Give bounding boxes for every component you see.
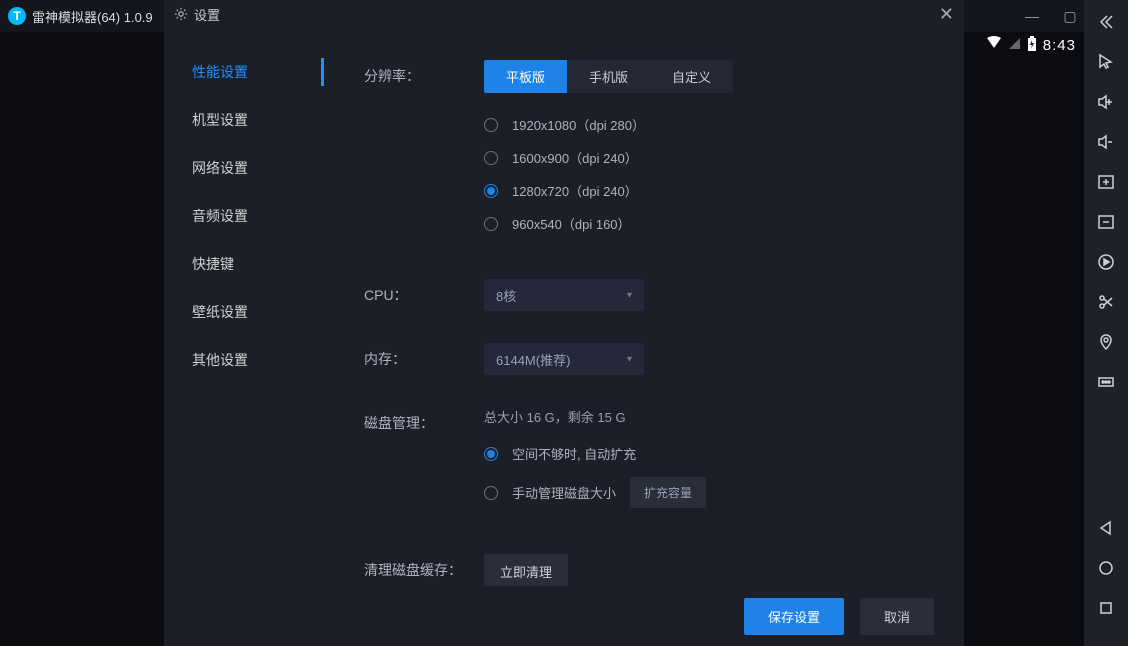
clean-cache-button[interactable]: 立即清理 bbox=[484, 554, 568, 586]
dialog-title: 设置 bbox=[194, 5, 220, 24]
sidebar-item-network[interactable]: 网络设置 bbox=[164, 144, 324, 192]
save-button[interactable]: 保存设置 bbox=[744, 598, 844, 635]
clock-text: 8:43 bbox=[1043, 37, 1076, 54]
disk-option-manual[interactable]: 手动管理磁盘大小 扩充容量 bbox=[484, 477, 924, 508]
play-circle-icon[interactable] bbox=[1094, 248, 1118, 276]
settings-dialog: 设置 ✕ 性能设置 机型设置 网络设置 音频设置 快捷键 壁纸设置 其他设置 分… bbox=[164, 0, 964, 646]
chevron-down-icon: ▾ bbox=[627, 290, 632, 301]
cache-label: 清理磁盘缓存： bbox=[364, 554, 484, 580]
sidebar-item-audio[interactable]: 音频设置 bbox=[164, 192, 324, 240]
cpu-select-value: 8核 bbox=[496, 286, 516, 305]
fullscreen-exit-icon[interactable] bbox=[1094, 208, 1118, 236]
gear-icon bbox=[174, 7, 188, 21]
resolution-mode-tabs: 平板版 手机版 自定义 bbox=[484, 60, 733, 93]
android-status-bar: 8:43 bbox=[986, 32, 1084, 58]
nav-home-icon[interactable] bbox=[1094, 554, 1118, 582]
memory-label: 内存： bbox=[364, 343, 484, 369]
volume-up-icon[interactable] bbox=[1094, 88, 1118, 116]
sidebar-item-performance[interactable]: 性能设置 bbox=[164, 48, 324, 96]
app-logo-icon: T bbox=[8, 7, 26, 25]
radio-label: 空间不够时, 自动扩充 bbox=[512, 444, 636, 463]
radio-icon bbox=[484, 151, 498, 165]
expand-capacity-button[interactable]: 扩充容量 bbox=[630, 477, 706, 508]
radio-label: 手动管理磁盘大小 bbox=[512, 483, 616, 502]
fullscreen-add-icon[interactable] bbox=[1094, 168, 1118, 196]
radio-label: 1920x1080（dpi 280） bbox=[512, 115, 645, 134]
tool-rail bbox=[1084, 0, 1128, 646]
memory-select-value: 6144M(推荐) bbox=[496, 350, 570, 369]
wifi-icon bbox=[986, 36, 1002, 54]
radio-icon bbox=[484, 118, 498, 132]
sidebar-item-shortcuts[interactable]: 快捷键 bbox=[164, 240, 324, 288]
chevron-down-icon: ▾ bbox=[627, 354, 632, 365]
maximize-button[interactable]: ▢ bbox=[1058, 8, 1082, 25]
resolution-option-1080[interactable]: 1920x1080（dpi 280） bbox=[484, 115, 924, 134]
nav-recents-icon[interactable] bbox=[1094, 594, 1118, 622]
cpu-select[interactable]: 8核 ▾ bbox=[484, 279, 644, 311]
radio-label: 960x540（dpi 160） bbox=[512, 214, 631, 233]
tab-phone[interactable]: 手机版 bbox=[567, 60, 650, 93]
radio-icon bbox=[484, 217, 498, 231]
sidebar-item-other[interactable]: 其他设置 bbox=[164, 336, 324, 384]
disk-label: 磁盘管理： bbox=[364, 407, 484, 433]
resolution-option-720[interactable]: 1280x720（dpi 240） bbox=[484, 181, 924, 200]
pointer-icon[interactable] bbox=[1094, 48, 1118, 76]
resolution-option-540[interactable]: 960x540（dpi 160） bbox=[484, 214, 924, 233]
memory-select[interactable]: 6144M(推荐) ▾ bbox=[484, 343, 644, 375]
dialog-titlebar: 设置 ✕ bbox=[164, 0, 964, 28]
more-icon[interactable] bbox=[1094, 368, 1118, 396]
collapse-rail-icon[interactable] bbox=[1094, 8, 1118, 36]
resolution-option-900[interactable]: 1600x900（dpi 240） bbox=[484, 148, 924, 167]
tab-custom[interactable]: 自定义 bbox=[650, 60, 733, 93]
nav-back-icon[interactable] bbox=[1094, 514, 1118, 542]
volume-down-icon[interactable] bbox=[1094, 128, 1118, 156]
radio-label: 1600x900（dpi 240） bbox=[512, 148, 638, 167]
sidebar-item-device[interactable]: 机型设置 bbox=[164, 96, 324, 144]
minimize-button[interactable]: — bbox=[1020, 8, 1044, 25]
cancel-button[interactable]: 取消 bbox=[860, 598, 934, 635]
radio-icon bbox=[484, 447, 498, 461]
location-icon[interactable] bbox=[1094, 328, 1118, 356]
battery-icon bbox=[1027, 36, 1037, 55]
app-title: 雷神模拟器(64) 1.0.9 bbox=[32, 7, 153, 26]
settings-content: 分辨率： 平板版 手机版 自定义 1920x1080（dpi 280） bbox=[324, 28, 964, 586]
radio-icon bbox=[484, 486, 498, 500]
signal-icon bbox=[1008, 37, 1021, 54]
scissors-icon[interactable] bbox=[1094, 288, 1118, 316]
sidebar-item-wallpaper[interactable]: 壁纸设置 bbox=[164, 288, 324, 336]
dialog-footer: 保存设置 取消 bbox=[164, 586, 964, 646]
radio-label: 1280x720（dpi 240） bbox=[512, 181, 638, 200]
tab-tablet[interactable]: 平板版 bbox=[484, 60, 567, 93]
cpu-label: CPU： bbox=[364, 279, 484, 305]
settings-sidebar: 性能设置 机型设置 网络设置 音频设置 快捷键 壁纸设置 其他设置 bbox=[164, 28, 324, 586]
disk-option-auto[interactable]: 空间不够时, 自动扩充 bbox=[484, 444, 924, 463]
dialog-close-button[interactable]: ✕ bbox=[939, 4, 954, 25]
resolution-label: 分辨率： bbox=[364, 60, 484, 86]
disk-info-text: 总大小 16 G，剩余 15 G bbox=[484, 407, 924, 426]
radio-icon bbox=[484, 184, 498, 198]
